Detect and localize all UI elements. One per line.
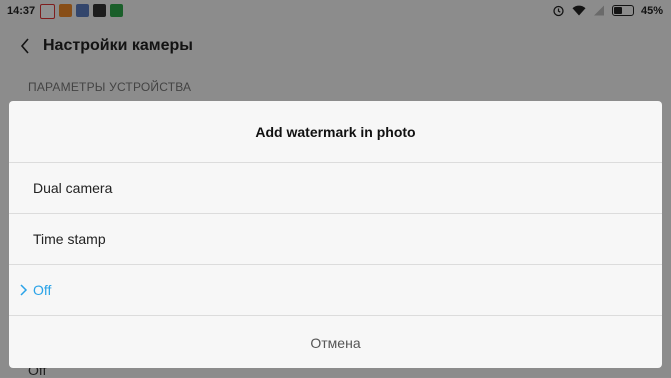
option-label: Dual camera: [33, 180, 113, 196]
option-dual-camera[interactable]: Dual camera: [9, 163, 662, 214]
watermark-dialog: Add watermark in photo Dual camera Time …: [9, 101, 662, 368]
dialog-title: Add watermark in photo: [9, 101, 662, 163]
option-label: Time stamp: [33, 231, 106, 247]
chevron-right-icon: [20, 284, 28, 296]
option-off[interactable]: Off: [9, 265, 662, 316]
option-label: Off: [33, 282, 52, 298]
cancel-button[interactable]: Отмена: [9, 316, 662, 368]
option-time-stamp[interactable]: Time stamp: [9, 214, 662, 265]
